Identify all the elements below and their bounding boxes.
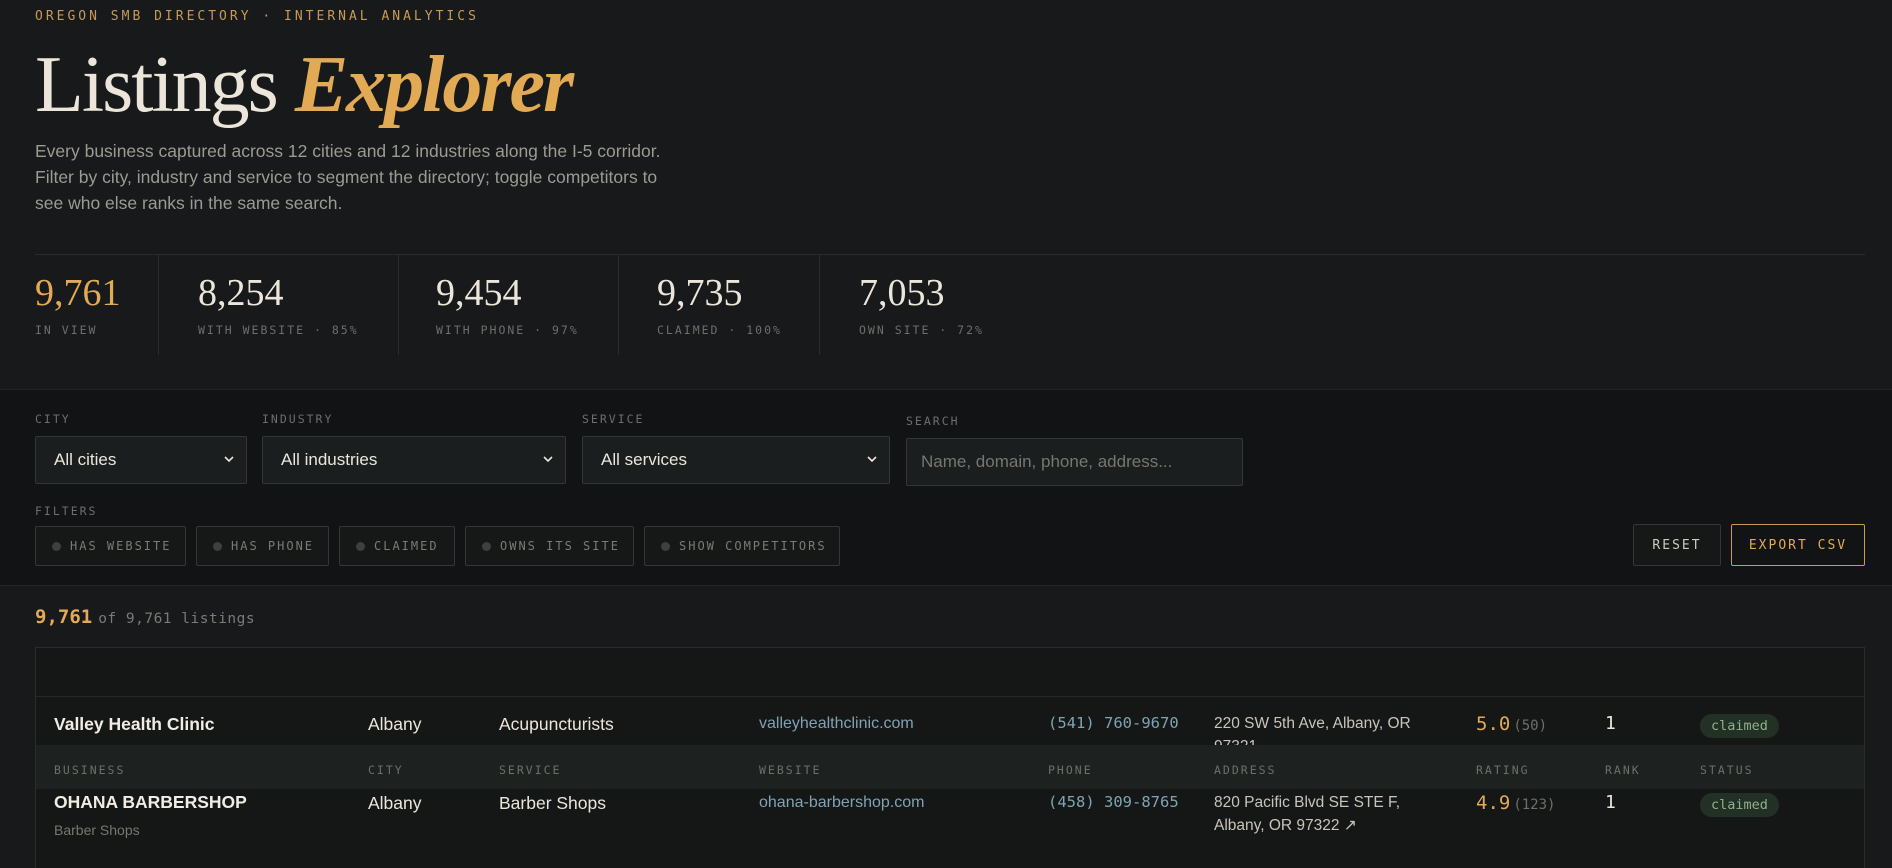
cell-rating: 5.0 (50) bbox=[1476, 713, 1547, 735]
chevron-down-icon bbox=[543, 456, 553, 463]
chevron-down-icon bbox=[224, 456, 234, 463]
column-header-service[interactable]: SERVICE bbox=[499, 763, 561, 777]
service-label: SERVICE bbox=[582, 412, 645, 426]
service-select[interactable]: All services bbox=[582, 436, 890, 484]
industry-select-value: All industries bbox=[281, 450, 378, 469]
stat-divider bbox=[398, 255, 399, 355]
row-divider bbox=[36, 696, 1864, 697]
chip-show-competitors[interactable]: SHOW COMPETITORS bbox=[644, 526, 840, 566]
column-header-website[interactable]: WEBSITE bbox=[759, 763, 821, 777]
chip-owns-its-site[interactable]: OWNS ITS SITE bbox=[465, 526, 634, 566]
chip-label: HAS WEBSITE bbox=[70, 539, 172, 553]
cell-business: OHANA BARBERSHOP bbox=[54, 792, 247, 812]
rating-value: 5.0 bbox=[1476, 713, 1511, 735]
status-badge: claimed bbox=[1700, 714, 1779, 738]
stats-bar: 9,761 IN VIEW 8,254 WITH WEBSITE · 85% 9… bbox=[35, 254, 1865, 389]
reset-button[interactable]: RESET bbox=[1633, 524, 1721, 566]
filters-label: FILTERS bbox=[35, 504, 98, 518]
cell-business: Valley Health Clinic bbox=[54, 714, 215, 734]
column-header-phone[interactable]: PHONE bbox=[1048, 763, 1093, 777]
search-label: SEARCH bbox=[906, 414, 960, 428]
stat-value: 9,454 bbox=[436, 272, 522, 314]
cell-service: Acupuncturists bbox=[499, 714, 614, 734]
cell-city: Albany bbox=[368, 714, 422, 734]
toggle-dot-icon bbox=[356, 541, 365, 551]
cell-website-link[interactable]: ohana-barbershop.com bbox=[759, 794, 924, 812]
stat-value: 7,053 bbox=[859, 272, 945, 314]
toggle-dot-icon bbox=[661, 541, 670, 551]
stat-value: 8,254 bbox=[198, 272, 284, 314]
stat-value: 9,761 bbox=[35, 272, 121, 314]
stat-value: 9,735 bbox=[657, 272, 743, 314]
column-header-city[interactable]: CITY bbox=[368, 763, 404, 777]
cell-phone-link[interactable]: (458) 309-8765 bbox=[1048, 793, 1179, 811]
export-csv-button[interactable]: EXPORT CSV bbox=[1731, 524, 1865, 566]
table-header: BUSINESS CITY SERVICE WEBSITE PHONE ADDR… bbox=[36, 745, 1864, 789]
city-label: CITY bbox=[35, 412, 71, 426]
listings-table: Valley Health Clinic Albany Acupuncturis… bbox=[35, 647, 1865, 868]
column-header-address[interactable]: ADDRESS bbox=[1214, 763, 1276, 777]
stat-divider bbox=[158, 255, 159, 355]
cell-address-link[interactable]: 820 Pacific Blvd SE STE F, Albany, OR 97… bbox=[1214, 791, 1414, 837]
results-count-text: of 9,761 listings bbox=[98, 611, 256, 627]
stat-label: IN VIEW bbox=[35, 323, 98, 337]
title-accent: Explorer bbox=[294, 41, 574, 129]
filter-panel: CITY All cities INDUSTRY All industries … bbox=[0, 389, 1892, 586]
cell-business-subtitle: Barber Shops bbox=[54, 822, 140, 838]
rating-value: 4.9 bbox=[1476, 792, 1511, 814]
industry-label: INDUSTRY bbox=[262, 412, 334, 426]
chip-label: SHOW COMPETITORS bbox=[679, 539, 827, 553]
results-count: 9,761 of 9,761 listings bbox=[35, 606, 255, 628]
stat-divider bbox=[819, 255, 820, 355]
column-header-status[interactable]: STATUS bbox=[1700, 763, 1754, 777]
chip-label: OWNS ITS SITE bbox=[500, 539, 620, 553]
column-header-rating[interactable]: RATING bbox=[1476, 763, 1530, 777]
toggle-dot-icon bbox=[52, 541, 61, 551]
rating-count: (50) bbox=[1513, 718, 1548, 734]
cell-rank: 1 bbox=[1605, 713, 1616, 734]
city-select[interactable]: All cities bbox=[35, 436, 247, 484]
column-header-business[interactable]: BUSINESS bbox=[54, 763, 125, 777]
results-count-number: 9,761 bbox=[35, 606, 93, 628]
status-badge: claimed bbox=[1700, 793, 1779, 817]
stat-label: WITH PHONE · 97% bbox=[436, 323, 579, 337]
stat-divider bbox=[618, 255, 619, 355]
cell-service: Barber Shops bbox=[499, 793, 607, 813]
search-input[interactable] bbox=[906, 438, 1243, 486]
stat-label: WITH WEBSITE · 85% bbox=[198, 323, 359, 337]
stat-label: CLAIMED · 100% bbox=[657, 323, 782, 337]
page-title: Listings Explorer bbox=[35, 40, 574, 130]
rating-count: (123) bbox=[1513, 797, 1556, 813]
cell-city: Albany bbox=[368, 793, 422, 813]
cell-phone-link[interactable]: (541) 760-9670 bbox=[1048, 714, 1179, 732]
chip-label: CLAIMED bbox=[374, 539, 439, 553]
service-select-value: All services bbox=[601, 450, 687, 469]
cell-website-link[interactable]: valleyhealthclinic.com bbox=[759, 715, 914, 733]
city-select-value: All cities bbox=[54, 450, 117, 469]
chip-has-website[interactable]: HAS WEBSITE bbox=[35, 526, 186, 566]
chevron-down-icon bbox=[867, 456, 877, 463]
page-description: Every business captured across 12 cities… bbox=[35, 141, 661, 213]
toggle-dot-icon bbox=[213, 541, 222, 551]
title-main: Listings bbox=[35, 41, 279, 129]
stat-label: OWN SITE · 72% bbox=[859, 323, 984, 337]
chip-claimed[interactable]: CLAIMED bbox=[339, 526, 455, 566]
chip-has-phone[interactable]: HAS PHONE bbox=[196, 526, 329, 566]
column-header-rank[interactable]: RANK bbox=[1605, 763, 1641, 777]
chip-label: HAS PHONE bbox=[231, 539, 315, 553]
eyebrow: OREGON SMB DIRECTORY · INTERNAL ANALYTIC… bbox=[35, 9, 479, 24]
cell-rating: 4.9 (123) bbox=[1476, 792, 1555, 814]
cell-rank: 1 bbox=[1605, 792, 1616, 813]
cell-address: 220 SW 5th Ave, Albany, OR 97321 bbox=[1214, 715, 1411, 745]
toggle-dot-icon bbox=[482, 541, 491, 551]
industry-select[interactable]: All industries bbox=[262, 436, 566, 484]
